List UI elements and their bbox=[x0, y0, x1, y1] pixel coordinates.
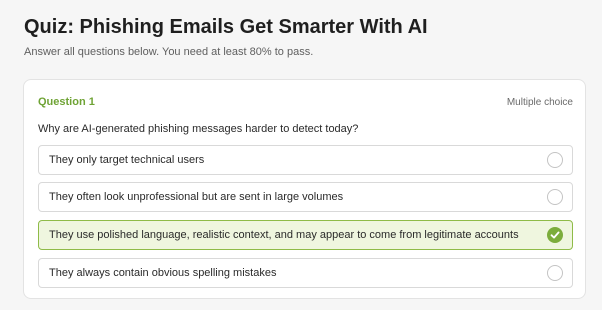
answer-option-3[interactable]: They use polished language, realistic co… bbox=[38, 220, 573, 250]
check-icon bbox=[550, 231, 560, 239]
radio-button-selected[interactable] bbox=[547, 227, 563, 243]
page-title: Quiz: Phishing Emails Get Smarter With A… bbox=[24, 16, 428, 38]
question-number: Question 1 bbox=[38, 96, 95, 108]
answer-option-4[interactable]: They always contain obvious spelling mis… bbox=[38, 258, 573, 288]
answer-option-1[interactable]: They only target technical users bbox=[38, 145, 573, 175]
answer-option-label: They use polished language, realistic co… bbox=[49, 229, 519, 241]
page-subtitle: Answer all questions below. You need at … bbox=[24, 46, 314, 58]
answer-option-label: They only target technical users bbox=[49, 154, 205, 166]
answer-option-label: They always contain obvious spelling mis… bbox=[49, 267, 277, 279]
radio-button[interactable] bbox=[547, 265, 563, 281]
answer-option-label: They often look unprofessional but are s… bbox=[49, 191, 344, 203]
radio-button[interactable] bbox=[547, 189, 563, 205]
radio-button[interactable] bbox=[547, 152, 563, 168]
question-text: Why are AI-generated phishing messages h… bbox=[38, 123, 359, 135]
question-card: Question 1 Multiple choice Why are AI-ge… bbox=[23, 79, 586, 299]
question-type: Multiple choice bbox=[506, 97, 573, 108]
answer-option-2[interactable]: They often look unprofessional but are s… bbox=[38, 182, 573, 212]
